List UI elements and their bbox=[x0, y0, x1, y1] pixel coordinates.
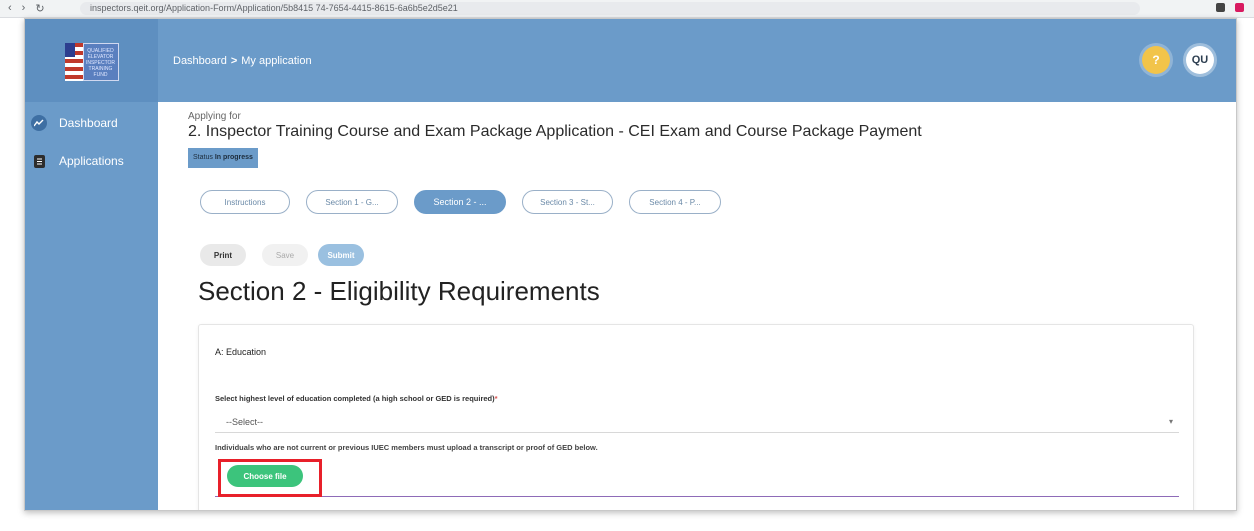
back-icon[interactable]: ‹ bbox=[8, 2, 12, 15]
tab-section-3[interactable]: Section 3 - St... bbox=[522, 190, 613, 214]
page-title: 2. Inspector Training Course and Exam Pa… bbox=[188, 123, 922, 140]
action-buttons: Print Save Submit bbox=[200, 244, 364, 266]
flag-icon bbox=[64, 42, 83, 81]
upload-note: Individuals who are not current or previ… bbox=[215, 443, 598, 452]
select-value: --Select-- bbox=[226, 417, 264, 427]
forward-icon[interactable]: › bbox=[22, 2, 26, 15]
tab-section-1[interactable]: Section 1 - G... bbox=[306, 190, 398, 214]
extension-icon[interactable] bbox=[1216, 3, 1225, 12]
breadcrumb-separator: > bbox=[230, 55, 238, 67]
sidebar-item-dashboard[interactable]: Dashboard bbox=[31, 112, 158, 134]
reload-icon[interactable]: ↻ bbox=[35, 2, 44, 15]
chevron-down-icon: ▾ bbox=[1168, 417, 1173, 426]
qeit-logo: QUALIFIED ELEVATOR INSPECTOR TRAINING FU… bbox=[63, 37, 121, 85]
profile-icon[interactable] bbox=[1235, 3, 1244, 12]
sidebar-item-label: Applications bbox=[59, 154, 124, 168]
save-button[interactable]: Save bbox=[262, 244, 308, 266]
breadcrumb-dashboard[interactable]: Dashboard bbox=[173, 55, 227, 67]
sidebar-item-label: Dashboard bbox=[59, 116, 118, 130]
tab-instructions[interactable]: Instructions bbox=[200, 190, 290, 214]
sidebar-item-applications[interactable]: Applications bbox=[31, 150, 158, 172]
trend-icon bbox=[31, 115, 47, 131]
status-label: Status bbox=[193, 154, 213, 161]
main-content: Applying for 2. Inspector Training Cours… bbox=[158, 102, 1236, 510]
tab-section-2[interactable]: Section 2 - ... bbox=[414, 190, 506, 214]
browser-nav: ‹ › ↻ bbox=[8, 2, 45, 15]
card-title: A: Education bbox=[215, 347, 267, 357]
education-select[interactable]: --Select-- ▾ bbox=[215, 411, 1179, 433]
document-icon bbox=[34, 154, 45, 168]
top-bar: QUALIFIED ELEVATOR INSPECTOR TRAINING FU… bbox=[25, 19, 1236, 102]
breadcrumb-current: My application bbox=[241, 55, 312, 67]
education-question-label: Select highest level of education comple… bbox=[215, 394, 498, 403]
tab-section-4[interactable]: Section 4 - P... bbox=[629, 190, 721, 214]
status-value: In progress bbox=[214, 154, 253, 161]
highlight-box bbox=[218, 459, 322, 497]
section-heading: Section 2 - Eligibility Requirements bbox=[198, 276, 600, 306]
print-button[interactable]: Print bbox=[200, 244, 246, 266]
sidebar: Dashboard Applications bbox=[25, 102, 158, 510]
question-text: Select highest level of education comple… bbox=[215, 394, 495, 403]
logo-text: QUALIFIED ELEVATOR INSPECTOR TRAINING FU… bbox=[82, 42, 119, 81]
applying-for-label: Applying for bbox=[188, 111, 241, 122]
browser-toolbar: ‹ › ↻ inspectors.qeit.org/Application-Fo… bbox=[0, 0, 1254, 18]
status-badge: Status In progress bbox=[188, 148, 258, 168]
help-icon[interactable]: ? bbox=[1142, 46, 1170, 74]
education-card: A: Education Select highest level of edu… bbox=[198, 324, 1194, 510]
submit-button[interactable]: Submit bbox=[318, 244, 364, 266]
breadcrumb: Dashboard > My application bbox=[173, 55, 312, 67]
section-tabs: Instructions Section 1 - G... Section 2 … bbox=[200, 190, 721, 214]
logo-container[interactable]: QUALIFIED ELEVATOR INSPECTOR TRAINING FU… bbox=[25, 19, 158, 102]
file-upload-field: Choose file bbox=[215, 459, 1179, 497]
avatar[interactable]: QU bbox=[1186, 46, 1214, 74]
screenshot: ‹ › ↻ inspectors.qeit.org/Application-Fo… bbox=[0, 0, 1254, 531]
app-window: QUALIFIED ELEVATOR INSPECTOR TRAINING FU… bbox=[24, 18, 1237, 511]
browser-extensions bbox=[1216, 3, 1244, 12]
required-marker: * bbox=[494, 394, 498, 403]
address-bar[interactable]: inspectors.qeit.org/Application-Form/App… bbox=[80, 2, 1140, 15]
